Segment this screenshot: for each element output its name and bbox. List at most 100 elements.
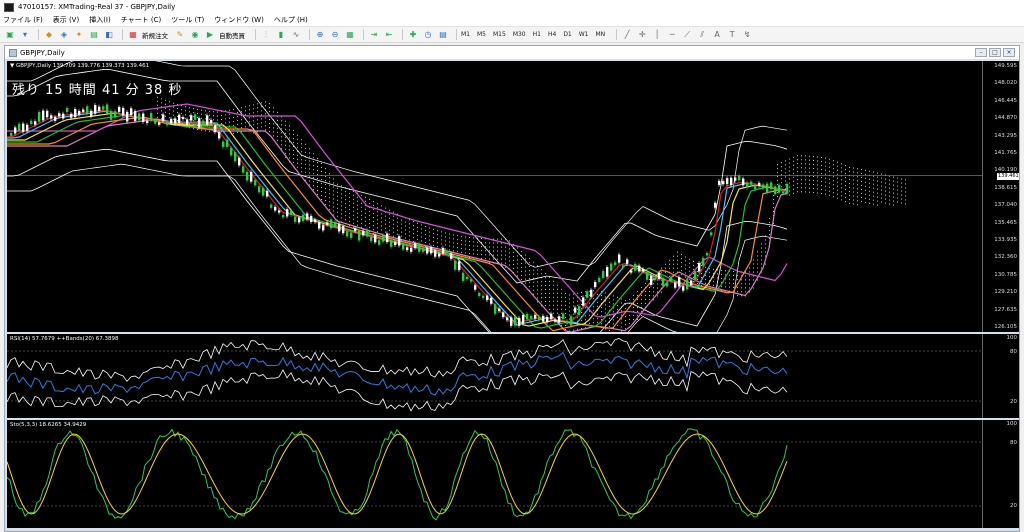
tile-windows-icon[interactable]: ▦	[344, 29, 356, 40]
menu-file[interactable]: ファイル (F)	[3, 15, 43, 25]
metaeditor-icon[interactable]: ✎	[174, 29, 186, 40]
signals-icon[interactable]: ◉	[189, 29, 201, 40]
candle-body	[454, 260, 457, 270]
terminal-icon[interactable]: ▤	[88, 29, 100, 40]
ichimoku-cloud-dot	[889, 199, 890, 201]
candle-body	[326, 222, 329, 225]
price-scale[interactable]: 149.595 148.020 146.445 144.870 143.295 141.7…	[982, 61, 1019, 332]
zoom-in-icon[interactable]: ⊕	[314, 29, 326, 40]
ichimoku-cloud-dot	[809, 187, 810, 189]
ichimoku-cloud-dot	[553, 300, 554, 302]
ichimoku-cloud-dot	[481, 246, 482, 248]
periods-icon[interactable]: ◷	[422, 29, 434, 40]
ichimoku-cloud-dot	[329, 201, 330, 203]
timeframe-d1[interactable]: D1	[563, 31, 571, 38]
zoom-out-icon[interactable]: ⊖	[329, 29, 341, 40]
ichimoku-cloud-dot	[769, 234, 770, 236]
ichimoku-cloud-dot	[217, 131, 218, 133]
ichimoku-cloud-dot	[265, 121, 266, 123]
strategy-tester-icon[interactable]: ◧	[103, 29, 115, 40]
candle-body	[102, 106, 105, 110]
stochastic-chart-svg	[7, 428, 982, 521]
ichimoku-cloud-dot	[517, 255, 518, 257]
ichimoku-cloud-dot	[725, 286, 726, 288]
auto-scroll-icon[interactable]: ⇥	[368, 29, 380, 40]
ichimoku-cloud-dot	[849, 166, 850, 168]
crosshair-icon[interactable]: ✛	[636, 29, 648, 40]
ichimoku-cloud-dot	[733, 274, 734, 276]
close-button[interactable]: ×	[1003, 48, 1015, 57]
timeframe-h1[interactable]: H1	[533, 31, 541, 38]
timeframe-m15[interactable]: M15	[493, 31, 506, 38]
line-chart-icon[interactable]: ∿	[290, 29, 302, 40]
rsi-pane[interactable]: RSI(14) 57.7679 ++Bands(20) 67.3898	[7, 334, 982, 418]
ichimoku-cloud-dot	[377, 207, 378, 209]
menu-insert[interactable]: 挿入(I)	[89, 15, 111, 25]
timeframe-m1[interactable]: M1	[461, 31, 470, 38]
label-icon[interactable]: T	[726, 29, 738, 40]
menu-window[interactable]: ウィンドウ (W)	[214, 15, 264, 25]
navigator-icon[interactable]: ✦	[73, 29, 85, 40]
ichimoku-cloud-dot	[305, 171, 306, 173]
menu-help[interactable]: ヘルプ (H)	[274, 15, 308, 25]
timeframe-mn[interactable]: MN	[596, 31, 606, 38]
indicators-icon[interactable]: ✚	[407, 29, 419, 40]
horizontal-line-icon[interactable]: ─	[666, 29, 678, 40]
candle-body	[258, 186, 261, 193]
market-watch-icon[interactable]: ◆	[43, 29, 55, 40]
ichimoku-cloud-dot	[857, 172, 858, 174]
timeframe-m30[interactable]: M30	[513, 31, 526, 38]
text-icon[interactable]: A	[711, 29, 723, 40]
stochastic-pane[interactable]: Sto(5,3,3) 18.6265 34.9429	[7, 420, 982, 528]
ichimoku-cloud-dot	[837, 185, 838, 187]
candlestick-icon[interactable]: ▮	[275, 29, 287, 40]
ichimoku-cloud-dot	[453, 238, 454, 240]
ichimoku-cloud-dot	[773, 203, 774, 205]
ichimoku-cloud-dot	[429, 243, 430, 245]
chart-shift-icon[interactable]: ⇤	[383, 29, 395, 40]
cursor-icon[interactable]: ╱	[621, 29, 633, 40]
new-order-button[interactable]: ▦ 新規注文	[127, 29, 168, 40]
ichimoku-cloud-dot	[337, 215, 338, 217]
menu-tools[interactable]: ツール (T)	[171, 15, 204, 25]
candle-body	[466, 276, 469, 280]
candle-body	[622, 265, 625, 268]
bar-chart-icon[interactable]: ⫶	[260, 29, 272, 40]
maximize-button[interactable]: □	[989, 48, 1001, 57]
ichimoku-cloud-dot	[905, 203, 906, 205]
new-chart-icon[interactable]: ▣	[4, 29, 16, 40]
ichimoku-cloud-dot	[529, 258, 530, 260]
ichimoku-cloud-dot	[545, 285, 546, 287]
vertical-line-icon[interactable]: │	[651, 29, 663, 40]
profiles-icon[interactable]: ▾	[19, 29, 31, 40]
ichimoku-cloud-dot	[809, 159, 810, 161]
timeframe-h4[interactable]: H4	[548, 31, 556, 38]
menu-view[interactable]: 表示 (V)	[53, 15, 79, 25]
timeframe-m5[interactable]: M5	[477, 31, 486, 38]
ichimoku-cloud-dot	[837, 169, 838, 171]
candle-body	[730, 177, 733, 186]
templates-icon[interactable]: ▤	[437, 29, 449, 40]
main-price-pane[interactable]: ▼ GBPJPY,Daily 139.709 139.776 139.373 1…	[7, 61, 982, 332]
data-window-icon[interactable]: ◈	[58, 29, 70, 40]
ichimoku-cloud-dot	[853, 187, 854, 189]
menu-chart[interactable]: チャート (C)	[121, 15, 162, 25]
auto-trading-button[interactable]: ▶ 自動売買	[204, 29, 245, 40]
timeframe-w1[interactable]: W1	[579, 31, 589, 38]
channel-icon[interactable]: ⫽	[696, 29, 708, 40]
ichimoku-cloud-dot	[769, 222, 770, 224]
ichimoku-cloud-dot	[897, 201, 898, 203]
ichimoku-cloud-dot	[189, 107, 190, 109]
ichimoku-cloud-dot	[265, 129, 266, 131]
candle-body	[766, 183, 769, 193]
ichimoku-cloud-dot	[605, 328, 606, 330]
ichimoku-cloud-dot	[173, 114, 174, 116]
candle-body	[714, 202, 717, 208]
candle-body	[422, 249, 425, 252]
minimize-button[interactable]: –	[975, 48, 987, 57]
arrows-icon[interactable]: ↯	[741, 29, 753, 40]
ichimoku-cloud-dot	[433, 240, 434, 242]
toolbar-separator	[122, 29, 123, 40]
trendline-icon[interactable]: ⟋	[681, 29, 693, 40]
ichimoku-cloud-dot	[593, 306, 594, 308]
